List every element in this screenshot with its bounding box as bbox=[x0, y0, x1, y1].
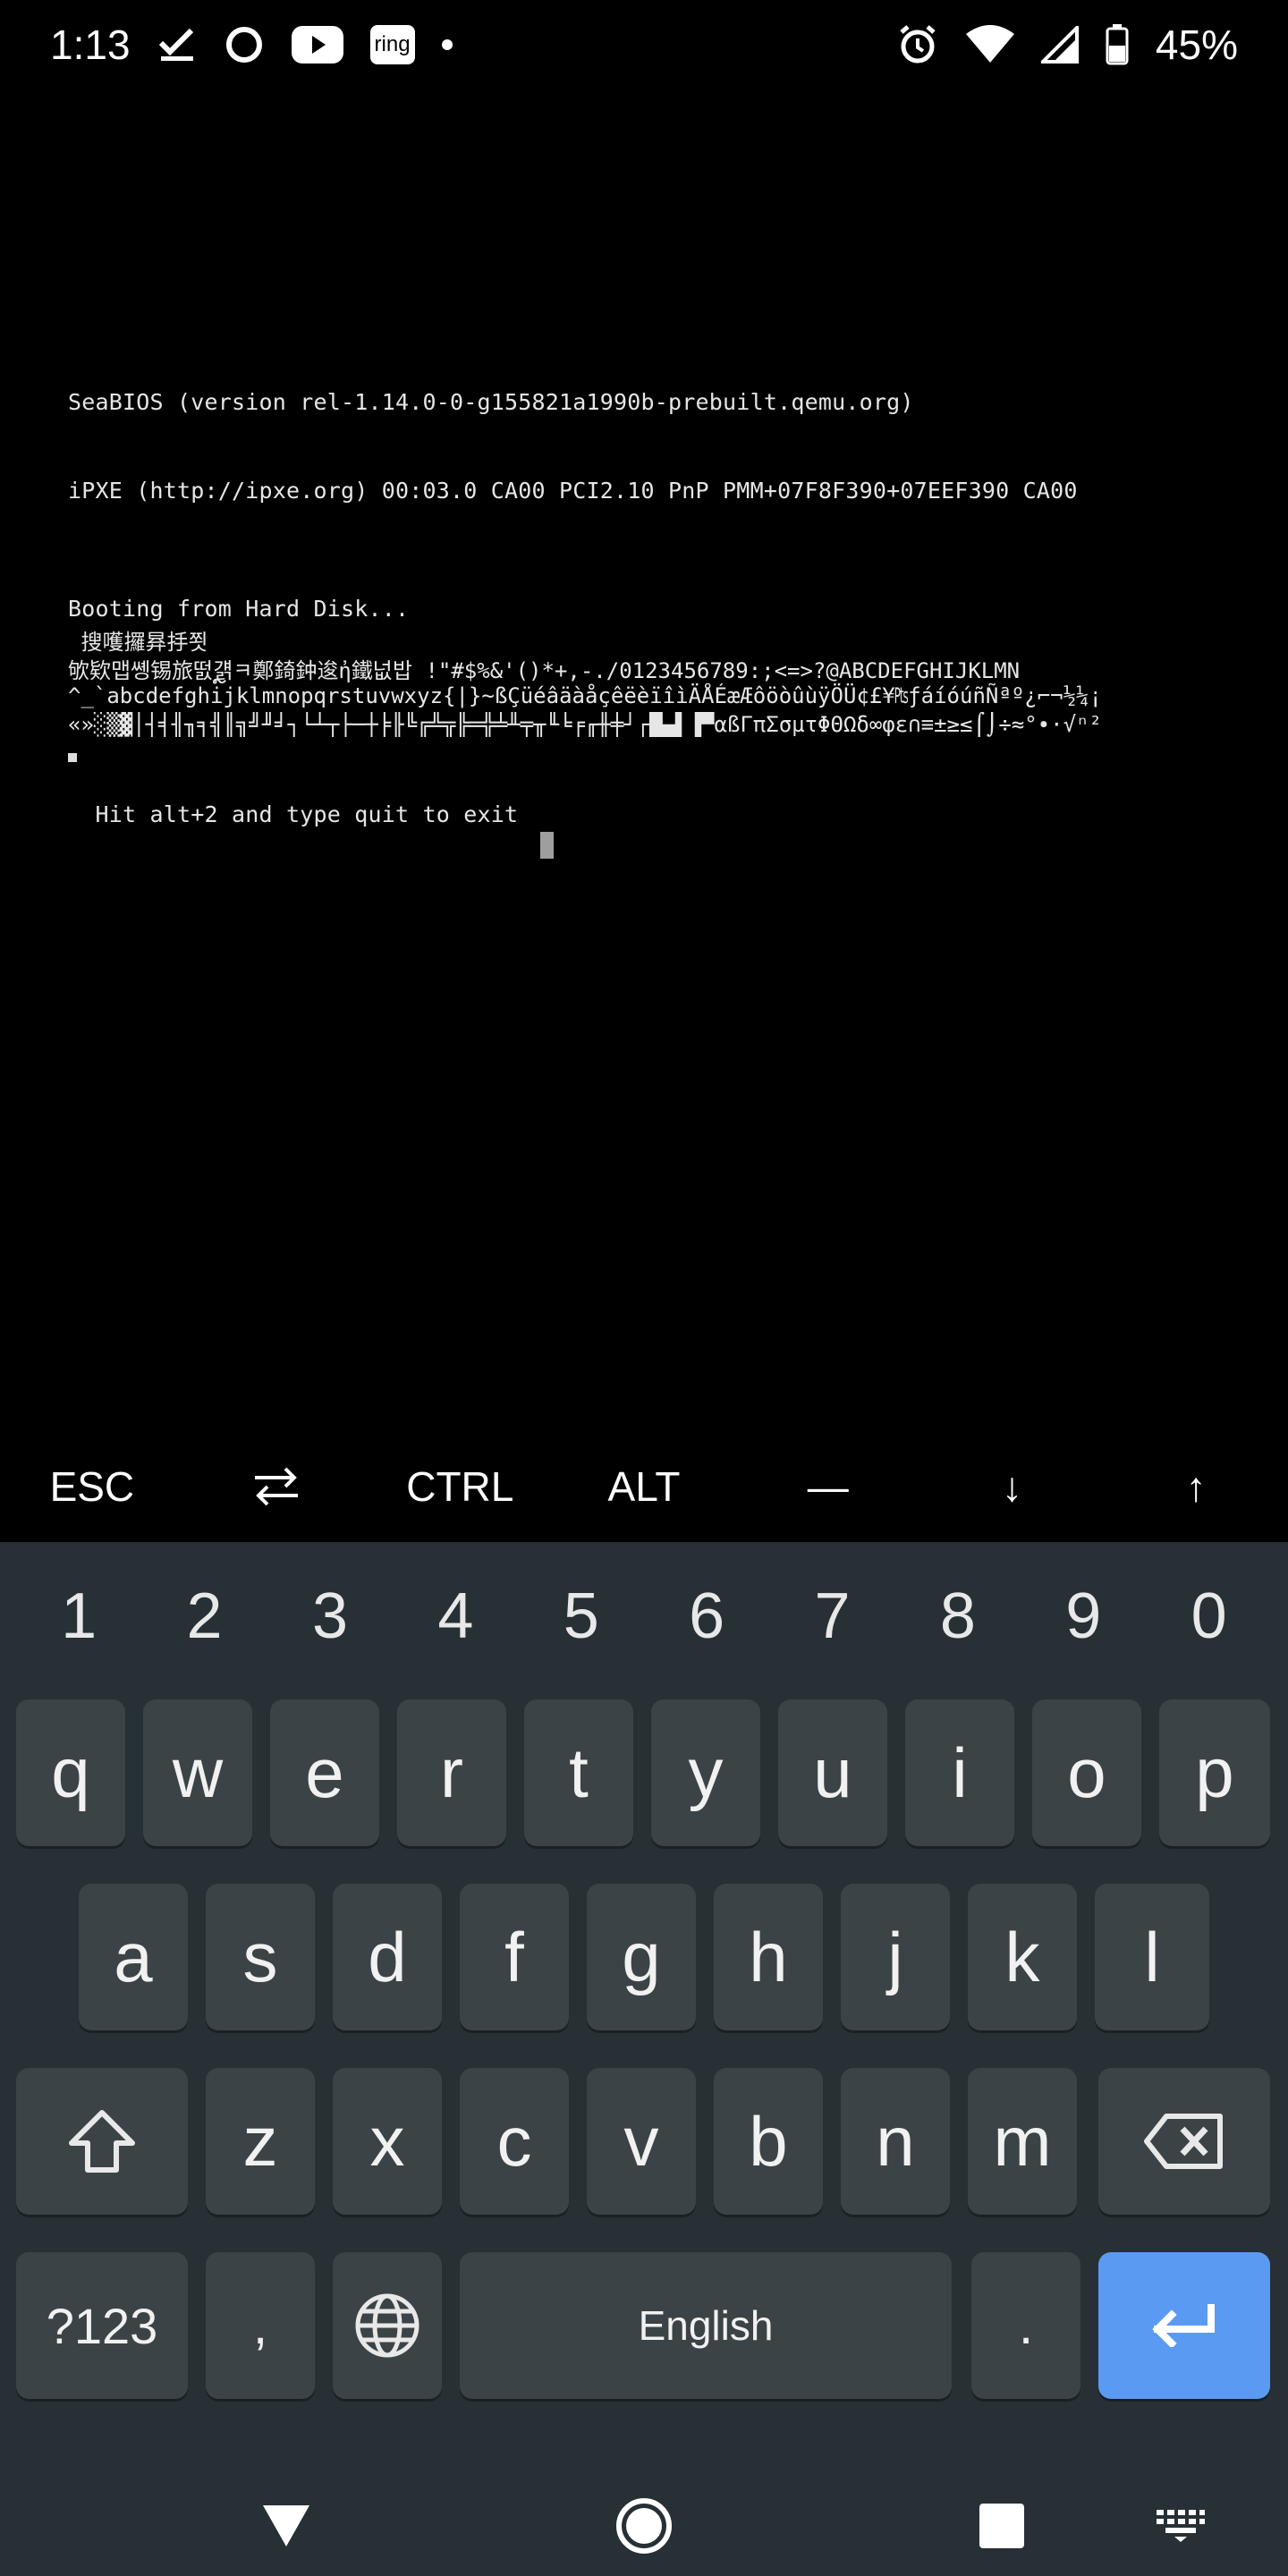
recents-button[interactable] bbox=[966, 2476, 1038, 2576]
battery-percent: 45% bbox=[1155, 21, 1238, 68]
extra-keys-row: ESC CTRL ALT — ↓ ↑ bbox=[0, 1431, 1288, 1542]
backspace-icon bbox=[1144, 2114, 1223, 2169]
key-m[interactable]: m bbox=[968, 2068, 1077, 2215]
key-6[interactable]: 6 bbox=[648, 1580, 765, 1653]
key-g[interactable]: g bbox=[587, 1884, 696, 2030]
key-8[interactable]: 8 bbox=[900, 1580, 1016, 1653]
key-n[interactable]: n bbox=[841, 2068, 950, 2215]
key-w[interactable]: w bbox=[143, 1699, 252, 1846]
terminal-line-garbage-4: «»░▒▓│┤╡╢╖╕╣║╗╝╜╛┐└┴┬├─┼╞╟╚╔╩╦╠═╬╧╨╤╥╙╘╒… bbox=[68, 712, 1102, 737]
tab-arrows-icon bbox=[254, 1467, 298, 1506]
back-button[interactable] bbox=[250, 2476, 322, 2576]
ctrl-key[interactable]: CTRL bbox=[368, 1431, 552, 1542]
back-triangle-icon bbox=[263, 2505, 309, 2546]
key-e[interactable]: e bbox=[270, 1699, 379, 1846]
key-q[interactable]: q bbox=[16, 1699, 125, 1846]
dash-key[interactable]: — bbox=[736, 1431, 920, 1542]
terminal-block-char bbox=[68, 753, 77, 762]
key-c[interactable]: c bbox=[460, 2068, 569, 2215]
number-row: 1 2 3 4 5 6 7 8 9 0 bbox=[0, 1542, 1288, 1690]
shift-key[interactable] bbox=[16, 2068, 188, 2215]
keyboard-hide-icon bbox=[1157, 2510, 1205, 2542]
space-key[interactable]: English bbox=[460, 2252, 952, 2399]
key-s[interactable]: s bbox=[206, 1884, 315, 2030]
key-z[interactable]: z bbox=[206, 2068, 315, 2215]
key-i[interactable]: i bbox=[905, 1699, 1014, 1846]
key-0[interactable]: 0 bbox=[1151, 1580, 1267, 1653]
recents-square-icon bbox=[979, 2504, 1024, 2548]
key-5[interactable]: 5 bbox=[523, 1580, 640, 1653]
status-bar: 1:13 ring 45% bbox=[0, 0, 1288, 89]
language-key[interactable] bbox=[333, 2252, 442, 2399]
key-p[interactable]: p bbox=[1159, 1699, 1270, 1846]
key-j[interactable]: j bbox=[841, 1884, 950, 2030]
period-key[interactable]: . bbox=[971, 2252, 1080, 2399]
key-k[interactable]: k bbox=[968, 1884, 1077, 2030]
key-d[interactable]: d bbox=[333, 1884, 442, 2030]
backspace-key[interactable] bbox=[1098, 2068, 1270, 2215]
home-circle-icon bbox=[616, 2498, 672, 2554]
key-x[interactable]: x bbox=[333, 2068, 442, 2215]
more-notifications-dot bbox=[441, 39, 453, 50]
home-button[interactable] bbox=[608, 2476, 680, 2576]
key-3[interactable]: 3 bbox=[272, 1580, 388, 1653]
key-b[interactable]: b bbox=[714, 2068, 823, 2215]
terminal-line-seabios: SeaBIOS (version rel-1.14.0-0-g155821a19… bbox=[68, 389, 914, 415]
enter-icon bbox=[1152, 2304, 1215, 2347]
key-y[interactable]: y bbox=[651, 1699, 760, 1846]
youtube-icon bbox=[291, 26, 343, 64]
key-a[interactable]: a bbox=[79, 1884, 188, 2030]
enter-key[interactable] bbox=[1098, 2252, 1270, 2399]
cell-signal-icon bbox=[1040, 26, 1079, 64]
terminal-line-garbage-2: 欨欵맵쏑锡旅떬ຼ걝ㅋ鄭錡鈡逡ἠ鐵넚밥 !"#$%&'()*+,-./012345… bbox=[68, 658, 1021, 683]
key-f[interactable]: f bbox=[460, 1884, 569, 2030]
circle-notification-icon bbox=[224, 24, 265, 65]
navigation-bar bbox=[0, 2476, 1288, 2576]
key-l[interactable]: l bbox=[1095, 1884, 1209, 2030]
key-1[interactable]: 1 bbox=[21, 1580, 137, 1653]
key-4[interactable]: 4 bbox=[397, 1580, 513, 1653]
key-t[interactable]: t bbox=[524, 1699, 633, 1846]
wifi-icon bbox=[965, 25, 1014, 64]
globe-icon bbox=[355, 2293, 419, 2358]
battery-icon bbox=[1106, 24, 1129, 65]
shift-icon bbox=[69, 2110, 135, 2173]
terminal-line-exit-hint: Hit alt+2 and type quit to exit bbox=[68, 801, 519, 827]
terminal-line-garbage-1: 搜嚄攞昪抙쬣 bbox=[68, 630, 208, 655]
arrow-up-key[interactable]: ↑ bbox=[1104, 1431, 1288, 1542]
comma-key[interactable]: , bbox=[206, 2252, 315, 2399]
tab-key[interactable] bbox=[184, 1431, 369, 1542]
key-o[interactable]: o bbox=[1032, 1699, 1141, 1846]
alt-key[interactable]: ALT bbox=[552, 1431, 736, 1542]
checkmark-icon bbox=[157, 27, 197, 63]
symbols-key[interactable]: ?123 bbox=[16, 2252, 188, 2399]
key-u[interactable]: u bbox=[778, 1699, 887, 1846]
key-9[interactable]: 9 bbox=[1025, 1580, 1141, 1653]
esc-key[interactable]: ESC bbox=[0, 1431, 184, 1542]
key-2[interactable]: 2 bbox=[147, 1580, 263, 1653]
terminal-line-ipxe: iPXE (http://ipxe.org) 00:03.0 CA00 PCI2… bbox=[68, 478, 1078, 504]
arrow-down-key[interactable]: ↓ bbox=[920, 1431, 1105, 1542]
alarm-icon bbox=[896, 23, 939, 66]
key-7[interactable]: 7 bbox=[775, 1580, 891, 1653]
soft-keyboard: 1 2 3 4 5 6 7 8 9 0 q w e r t y u i o p … bbox=[0, 1542, 1288, 2476]
key-v[interactable]: v bbox=[587, 2068, 696, 2215]
status-time: 1:13 bbox=[50, 21, 131, 68]
terminal-output[interactable]: SeaBIOS (version rel-1.14.0-0-g155821a19… bbox=[0, 89, 1288, 1431]
key-r[interactable]: r bbox=[397, 1699, 506, 1846]
ring-app-icon: ring bbox=[369, 25, 415, 64]
keyboard-switch-button[interactable] bbox=[1145, 2476, 1216, 2576]
terminal-cursor bbox=[540, 832, 554, 859]
terminal-line-garbage-3: ^_`abcdefghijklmnopqrstuvwxyz{|}~ßÇüéâäà… bbox=[68, 683, 1102, 708]
terminal-line-booting: Booting from Hard Disk... bbox=[68, 596, 410, 622]
key-h[interactable]: h bbox=[714, 1884, 823, 2030]
